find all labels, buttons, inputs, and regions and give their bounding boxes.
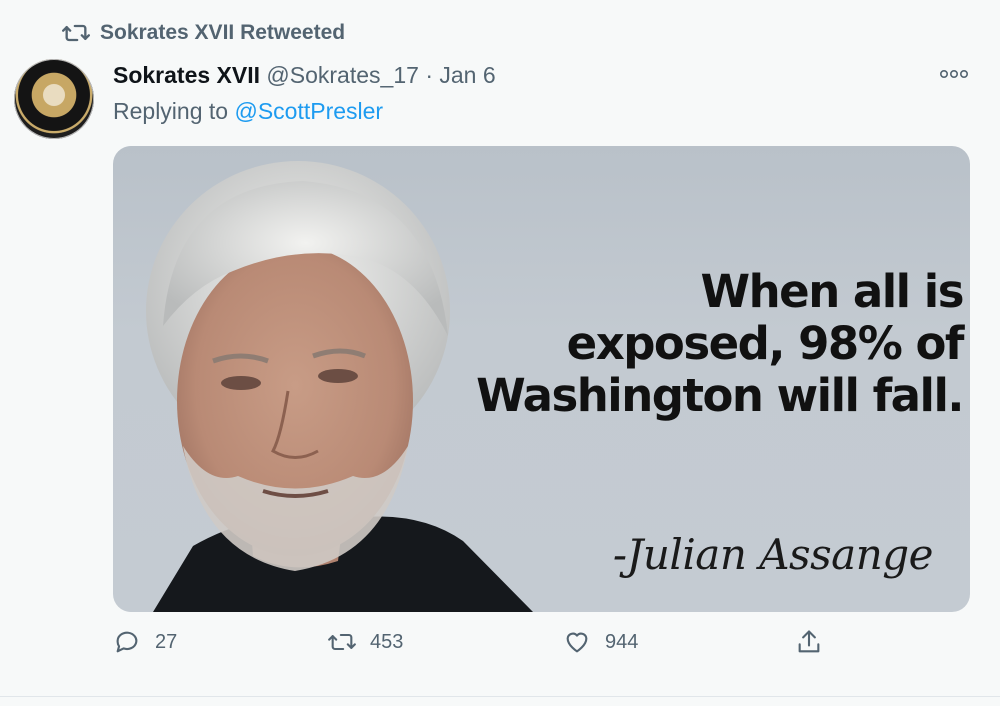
reply-context: Replying to @ScottPresler (113, 98, 383, 125)
reply-icon (116, 631, 138, 653)
heart-icon (566, 632, 588, 653)
retweet-context: Sokrates XVII Retweeted (62, 19, 345, 47)
divider (0, 696, 1000, 697)
share-icon (798, 630, 820, 653)
separator: · (425, 62, 433, 88)
author-handle[interactable]: @Sokrates_17 (266, 62, 419, 88)
more-options-button[interactable] (938, 63, 970, 85)
tweet-media-image[interactable]: When all is exposed, 98% of Washington w… (113, 146, 970, 612)
share-button[interactable] (795, 628, 823, 656)
quote-attribution: -Julian Assange (612, 530, 934, 579)
retweet-count: 453 (370, 630, 404, 653)
quote-line: Washington will fall. (476, 369, 964, 422)
like-count: 944 (605, 630, 639, 653)
quote-text: When all is exposed, 98% of Washington w… (463, 265, 965, 422)
tweet[interactable]: Sokrates XVII Retweeted Sokrates XVII @S… (0, 0, 1000, 706)
tweet-date[interactable]: Jan 6 (439, 62, 495, 88)
reply-prefix: Replying to (113, 98, 235, 124)
retweet-icon (62, 24, 90, 42)
tweet-actions: 27 453 944 (113, 628, 833, 664)
reply-target-link[interactable]: @ScottPresler (234, 98, 383, 124)
reply-count: 27 (155, 630, 178, 653)
tweet-header: Sokrates XVII @Sokrates_17 · Jan 6 (113, 62, 496, 89)
quote-line: When all is (700, 265, 965, 318)
avatar[interactable] (14, 59, 94, 139)
retweet-label[interactable]: Sokrates XVII Retweeted (100, 21, 345, 45)
more-icon (939, 69, 968, 79)
quote-line: exposed, 98% of (566, 317, 965, 370)
retweet-button[interactable]: 453 (328, 628, 403, 656)
reply-button[interactable]: 27 (113, 628, 177, 656)
like-button[interactable]: 944 (563, 628, 638, 656)
retweet-icon (328, 633, 356, 651)
author-name[interactable]: Sokrates XVII (113, 62, 260, 88)
